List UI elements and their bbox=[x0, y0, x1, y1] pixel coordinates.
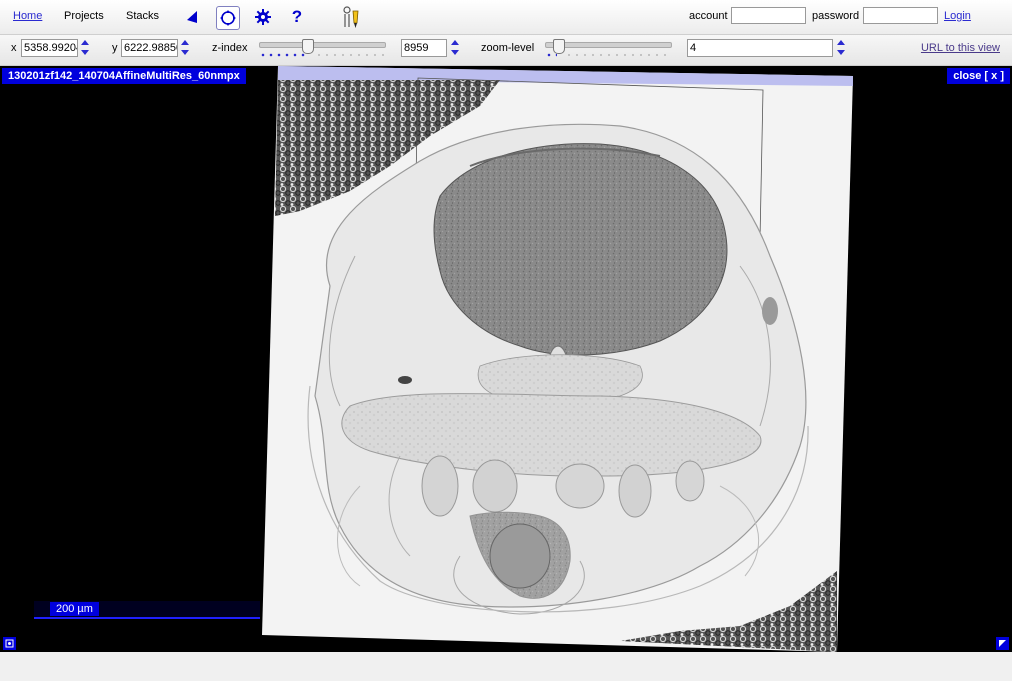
help-label: ? bbox=[291, 7, 303, 26]
tracing-tool-icon[interactable] bbox=[340, 5, 364, 29]
password-input[interactable] bbox=[863, 7, 938, 24]
resize-corner-icon[interactable] bbox=[996, 637, 1009, 650]
navigate-icon[interactable] bbox=[216, 6, 240, 30]
bottom-strip bbox=[0, 652, 1012, 681]
stack-title: 130201zf142_140704AffineMultiRes_60nmpx bbox=[2, 68, 246, 84]
z-index-slider-thumb[interactable] bbox=[301, 39, 314, 54]
account-input[interactable] bbox=[731, 7, 806, 24]
fit-view-icon[interactable] bbox=[3, 637, 16, 650]
account-label: account bbox=[689, 10, 728, 22]
zoom-level-slider-thumb[interactable] bbox=[552, 39, 565, 54]
y-coordinate-input[interactable]: 6222.98850 bbox=[121, 39, 178, 57]
stacks-menu[interactable]: Stacks bbox=[126, 10, 159, 22]
y-label: y bbox=[112, 42, 118, 54]
help-icon[interactable]: ? bbox=[286, 6, 308, 28]
password-label: password bbox=[812, 10, 860, 22]
tissue-section-image bbox=[262, 66, 853, 652]
y-spinner[interactable] bbox=[181, 38, 189, 58]
scale-bar: 200 µm bbox=[34, 601, 260, 619]
login-link[interactable]: Login bbox=[944, 10, 971, 22]
navigation-bar: x 5358.99204 y 6222.98850 z-index 8959 z… bbox=[0, 35, 1012, 66]
projects-menu[interactable]: Projects bbox=[64, 10, 104, 22]
home-link[interactable]: Home bbox=[13, 10, 42, 22]
z-index-input[interactable]: 8959 bbox=[401, 39, 447, 57]
zoom-level-spinner[interactable] bbox=[837, 38, 845, 58]
main-toolbar: Home Projects Stacks ? account password … bbox=[0, 0, 1012, 35]
x-label: x bbox=[11, 42, 17, 54]
stack-viewer[interactable]: 130201zf142_140704AffineMultiRes_60nmpx … bbox=[0, 66, 1012, 652]
z-index-spinner[interactable] bbox=[451, 38, 459, 58]
scale-bar-label: 200 µm bbox=[50, 602, 99, 616]
z-index-label: z-index bbox=[212, 42, 248, 54]
settings-gear-icon[interactable] bbox=[252, 6, 274, 28]
x-coordinate-input[interactable]: 5358.99204 bbox=[21, 39, 78, 57]
url-to-this-view-link[interactable]: URL to this view bbox=[921, 42, 1000, 54]
zoom-level-label: zoom-level bbox=[481, 42, 535, 54]
back-arrow-icon[interactable] bbox=[181, 6, 203, 28]
zoom-level-input[interactable]: 4 bbox=[687, 39, 833, 57]
x-spinner[interactable] bbox=[81, 38, 89, 58]
close-button[interactable]: close [ x ] bbox=[947, 68, 1010, 84]
